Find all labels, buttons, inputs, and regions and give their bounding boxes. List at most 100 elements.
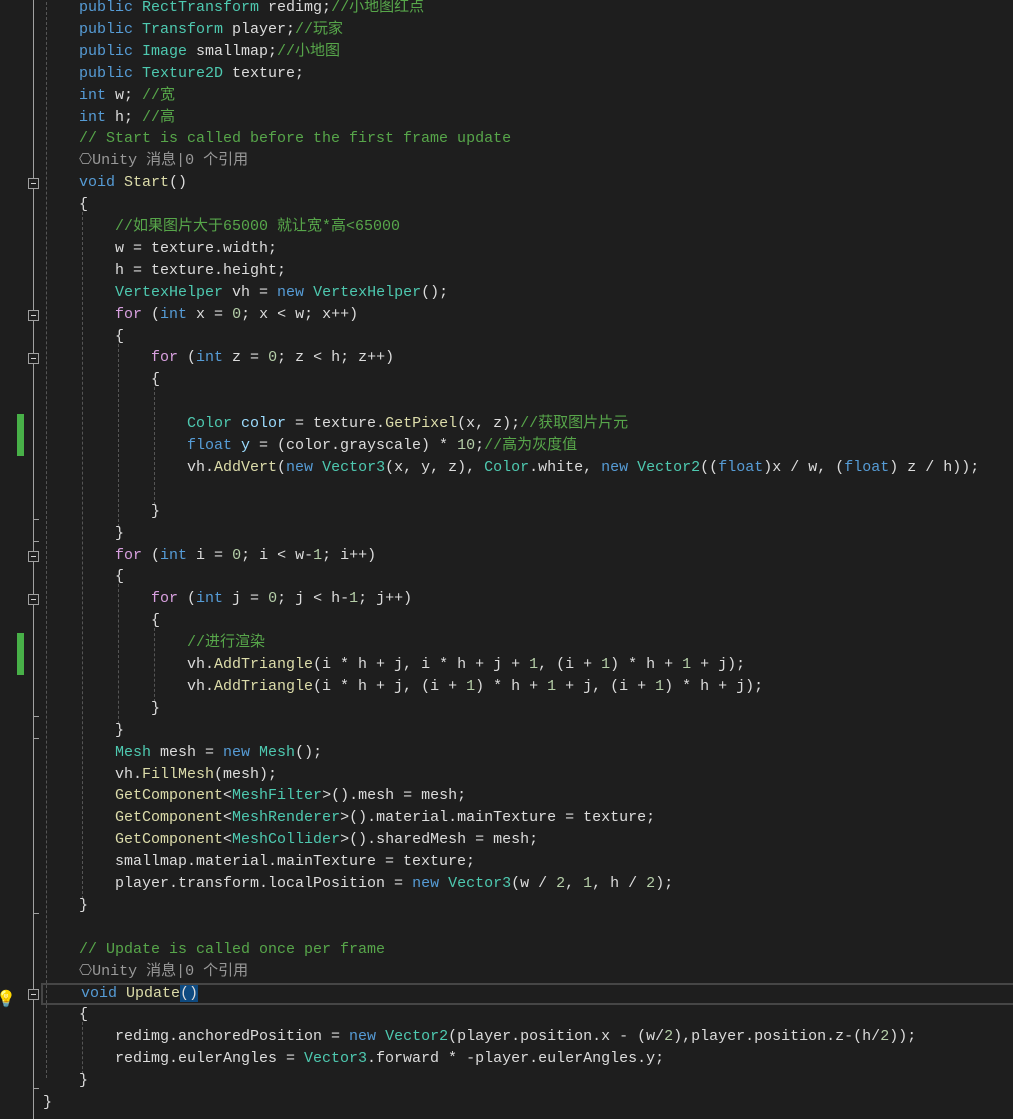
- code-line[interactable]: public Image smallmap;//小地图: [43, 41, 1013, 63]
- code-token: <: [223, 831, 233, 849]
- code-line[interactable]: //如果图片大于65000 就让宽*高<65000: [43, 216, 1013, 238]
- code-token: ; j < h-: [277, 590, 350, 608]
- code-token: int: [160, 305, 188, 323]
- code-token: Vector3: [322, 458, 386, 476]
- code-line[interactable]: int w; //宽: [43, 85, 1013, 107]
- code-token: redimg.eulerAngles =: [115, 1050, 305, 1068]
- code-line[interactable]: }: [43, 1092, 1013, 1114]
- code-line[interactable]: h = texture.height;: [43, 260, 1013, 282]
- code-token: //小地图红点: [331, 0, 425, 16]
- code-line[interactable]: VertexHelper vh = new VertexHelper();: [43, 282, 1013, 304]
- code-line[interactable]: }: [43, 720, 1013, 742]
- code-token: VertexHelper: [313, 283, 422, 301]
- code-token: GetComponent: [115, 787, 224, 805]
- code-line[interactable]: {: [43, 194, 1013, 216]
- code-line[interactable]: vh.FillMesh(mesh);: [43, 764, 1013, 786]
- code-line[interactable]: redimg.anchoredPosition = new Vector2(pl…: [43, 1026, 1013, 1048]
- code-token: RectTransform: [142, 0, 260, 16]
- code-line[interactable]: }: [43, 523, 1013, 545]
- code-token: 1: [529, 656, 539, 673]
- code-token: 1: [547, 677, 557, 695]
- code-line[interactable]: }: [43, 501, 1013, 523]
- code-token: {: [115, 327, 125, 345]
- collapse-toggle-icon[interactable]: [28, 309, 39, 321]
- code-line[interactable]: for (int j = 0; j < h-1; j++): [43, 588, 1013, 610]
- code-line[interactable]: }: [43, 895, 1013, 917]
- code-line[interactable]: [43, 917, 1013, 939]
- code-line[interactable]: {: [43, 369, 1013, 391]
- collapse-toggle-icon[interactable]: [28, 594, 39, 606]
- code-line[interactable]: {: [43, 326, 1013, 348]
- code-line[interactable]: public RectTransform redimg;//小地图红点: [43, 0, 1013, 19]
- code-line[interactable]: vh.AddVert(new Vector3(x, y, z), Color.w…: [43, 457, 1013, 479]
- code-line[interactable]: }: [43, 698, 1013, 720]
- codelens-references[interactable]: ⎔Unity 消息|0 个引用: [79, 152, 248, 169]
- code-line[interactable]: {: [43, 1004, 1013, 1026]
- code-line[interactable]: {: [43, 566, 1013, 588]
- code-line[interactable]: void Start(): [43, 172, 1013, 194]
- code-token: j =: [223, 590, 269, 608]
- code-token: }: [79, 1072, 89, 1090]
- code-token: 0: [268, 349, 278, 367]
- code-token: ) * h +: [610, 656, 683, 673]
- code-token: for: [115, 305, 143, 323]
- code-token: (w /: [511, 875, 557, 892]
- code-token: Mesh: [259, 743, 296, 761]
- code-token: // Start is called before the first fram…: [79, 130, 512, 148]
- code-token: (x, y, z),: [385, 458, 485, 476]
- lightbulb-icon[interactable]: 💡: [0, 989, 16, 1009]
- code-token: void: [79, 174, 125, 192]
- code-line[interactable]: vh.AddTriangle(i * h + j, (i + 1) * h + …: [43, 676, 1013, 698]
- code-token: Texture2D: [142, 64, 224, 82]
- code-token: new: [412, 875, 449, 892]
- code-line[interactable]: {: [43, 610, 1013, 632]
- code-token: );: [655, 875, 674, 892]
- code-line[interactable]: float y = (color.grayscale) * 10;//高为灰度值: [43, 435, 1013, 457]
- code-line[interactable]: [43, 391, 1013, 413]
- code-token: float: [844, 458, 890, 476]
- code-token: + j);: [691, 656, 746, 673]
- codelens-references[interactable]: ⎔Unity 消息|0 个引用: [79, 963, 248, 980]
- code-line[interactable]: // Start is called before the first fram…: [43, 128, 1013, 150]
- code-token: , h /: [592, 875, 647, 892]
- code-token: = texture.: [286, 415, 386, 433]
- code-token: {: [151, 371, 161, 389]
- code-line[interactable]: vh.AddTriangle(i * h + j, i * h + j + 1,…: [43, 654, 1013, 676]
- code-token: new: [601, 458, 638, 476]
- code-token: 1: [349, 590, 359, 608]
- code-token: <: [223, 809, 233, 827]
- code-line[interactable]: for (int i = 0; i < w-1; i++): [43, 545, 1013, 567]
- code-line[interactable]: public Transform player;//玩家: [43, 19, 1013, 41]
- code-token: GetPixel: [385, 415, 458, 433]
- code-token: redimg;: [259, 0, 332, 16]
- code-line[interactable]: // Update is called once per frame: [43, 939, 1013, 961]
- collapse-toggle-icon[interactable]: [28, 178, 39, 190]
- code-line[interactable]: int h; //高: [43, 107, 1013, 129]
- code-line[interactable]: ⎔Unity 消息|0 个引用: [43, 961, 1013, 983]
- code-line[interactable]: [43, 479, 1013, 501]
- code-line[interactable]: //进行渲染: [43, 632, 1013, 654]
- collapse-toggle-icon[interactable]: [28, 550, 39, 562]
- code-line[interactable]: GetComponent<MeshRenderer>().material.ma…: [43, 807, 1013, 829]
- code-line[interactable]: Color color = texture.GetPixel(x, z);//获…: [43, 413, 1013, 435]
- code-line[interactable]: for (int z = 0; z < h; z++): [43, 347, 1013, 369]
- code-line[interactable]: smallmap.material.mainTexture = texture;: [43, 851, 1013, 873]
- code-line[interactable]: ⎔Unity 消息|0 个引用: [43, 150, 1013, 172]
- code-line[interactable]: }: [43, 1070, 1013, 1092]
- code-line[interactable]: for (int x = 0; x < w; x++): [43, 304, 1013, 326]
- code-line[interactable]: Mesh mesh = new Mesh();: [43, 742, 1013, 764]
- code-editor[interactable]: 💡 public RectTransform redimg;//小地图红点 pub…: [0, 0, 1013, 1119]
- code-line[interactable]: w = texture.width;: [43, 238, 1013, 260]
- code-line[interactable]: public Texture2D texture;: [43, 63, 1013, 85]
- code-line-current[interactable]: void Update(): [41, 982, 1013, 1005]
- collapse-toggle-icon[interactable]: [28, 988, 39, 1000]
- code-token: // Update is called once per frame: [79, 940, 386, 958]
- code-line[interactable]: player.transform.localPosition = new Vec…: [43, 873, 1013, 895]
- code-line[interactable]: GetComponent<MeshFilter>().mesh = mesh;: [43, 785, 1013, 807]
- code-token: (: [178, 590, 197, 608]
- collapse-toggle-icon[interactable]: [28, 353, 39, 365]
- code-token: vh =: [223, 283, 278, 301]
- code-line[interactable]: GetComponent<MeshCollider>().sharedMesh …: [43, 829, 1013, 851]
- code-token: = (color.grayscale) *: [250, 437, 458, 454]
- code-line[interactable]: redimg.eulerAngles = Vector3.forward * -…: [43, 1048, 1013, 1070]
